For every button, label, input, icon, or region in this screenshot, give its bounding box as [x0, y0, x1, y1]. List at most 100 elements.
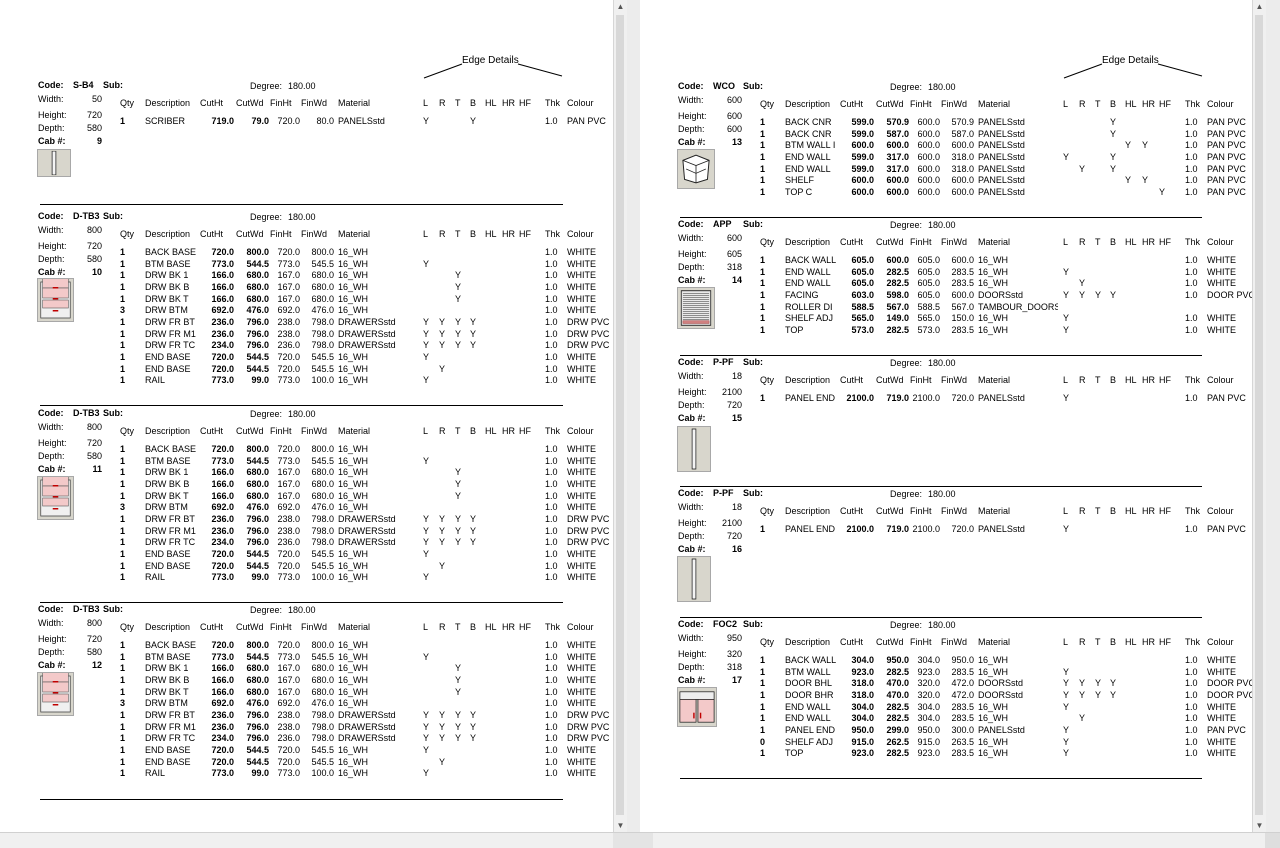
panel-filler-icon — [677, 556, 711, 602]
cell-qty: 1 — [760, 678, 766, 689]
sub-label: Sub: — [743, 357, 763, 367]
cell-material: PANELSstd — [978, 175, 1025, 186]
depth-value: 720 — [726, 531, 742, 541]
cell-t: Y — [455, 663, 462, 674]
cell-cutht: 773.0 — [211, 651, 234, 662]
col-header-description: Description — [145, 229, 191, 239]
cell-finwd: 283.5 — [951, 266, 974, 277]
width-value: 950 — [726, 633, 742, 643]
cell-colour: WHITE — [567, 375, 596, 386]
cell-l: Y — [423, 733, 430, 744]
scroll-up-arrow-icon[interactable]: ▲ — [1253, 0, 1266, 13]
right-vertical-scrollbar[interactable]: ▲ ▼ — [1252, 0, 1266, 832]
cell-finht: 605.0 — [917, 289, 940, 300]
cell-r: Y — [1079, 163, 1086, 174]
sub-label: Sub: — [103, 408, 123, 418]
col-header-material: Material — [978, 375, 1011, 385]
code-label: Code: — [38, 211, 64, 221]
cell-colour: WHITE — [567, 548, 596, 559]
degree-label: Degree: — [890, 489, 923, 499]
cell-thk: 1.0 — [545, 548, 558, 559]
cell-t: Y — [455, 674, 462, 685]
scroll-down-arrow-icon[interactable]: ▼ — [614, 819, 627, 832]
cell-l: Y — [423, 375, 430, 386]
cell-qty: 1 — [120, 686, 126, 697]
cell-t: Y — [455, 686, 462, 697]
horizontal-scrollbar[interactable] — [0, 832, 1280, 848]
col-header-qty: Qty — [760, 637, 775, 647]
cell-colour: DRW PVC — [567, 316, 610, 327]
cell-colour: PAN PVC — [1207, 151, 1246, 162]
scroll-up-arrow-icon[interactable]: ▲ — [614, 0, 627, 13]
cell-cutht: 720.0 — [211, 247, 234, 257]
cell-colour: PAN PVC — [1207, 117, 1246, 127]
col-header-hf: HF — [519, 229, 531, 239]
cell-thk: 1.0 — [545, 686, 558, 697]
cell-qty: 1 — [120, 733, 126, 744]
cell-cutht: 236.0 — [211, 513, 234, 524]
cell-description: TOP — [785, 324, 804, 335]
cell-colour: WHITE — [1207, 324, 1236, 335]
cell-l: Y — [1063, 393, 1070, 403]
cell-cutwd: 600.0 — [886, 255, 909, 265]
cell-finht: 773.0 — [277, 651, 300, 662]
height-value: 720 — [86, 634, 102, 644]
cell-qty: 1 — [120, 768, 126, 779]
cell-finwd: 318.0 — [951, 151, 974, 162]
cell-finht: 236.0 — [277, 340, 300, 351]
col-header-qty: Qty — [120, 229, 135, 239]
cell-b: Y — [470, 733, 477, 744]
cell-thk: 1.0 — [1185, 655, 1198, 665]
cell-finwd: 800.0 — [311, 247, 334, 257]
cell-cutht: 720.0 — [211, 756, 234, 767]
cell-cutht: 166.0 — [211, 478, 234, 489]
cell-material: 16_WH — [338, 444, 369, 454]
scroll-thumb[interactable] — [616, 15, 624, 815]
cell-colour: WHITE — [1207, 736, 1236, 747]
scroll-thumb[interactable] — [1255, 15, 1263, 815]
cell-thk: 1.0 — [545, 444, 558, 454]
cell-colour: DRW PVC — [567, 328, 610, 339]
cell-hl: Y — [1125, 140, 1132, 151]
cell-description: SCRIBER — [145, 116, 186, 126]
cell-finht: 588.5 — [917, 301, 940, 312]
cell-colour: WHITE — [1207, 748, 1236, 759]
cell-description: BACK CNR — [785, 128, 832, 139]
cell-thk: 1.0 — [545, 116, 558, 126]
cell-finht: 720.0 — [277, 351, 300, 362]
cell-material: 16_WH — [978, 278, 1009, 289]
depth-label: Depth: — [38, 123, 65, 133]
cell-qty: 1 — [760, 289, 766, 300]
col-header-material: Material — [338, 98, 371, 108]
cell-material: 16_WH — [338, 502, 369, 513]
cell-description: END BASE — [145, 351, 191, 362]
left-vertical-scrollbar[interactable]: ▲ ▼ — [613, 0, 627, 832]
cell-colour: WHITE — [567, 490, 596, 501]
degree-value: 180.00 — [288, 605, 316, 615]
cell-qty: 1 — [120, 351, 126, 362]
cell-r: Y — [439, 525, 446, 536]
cell-thk: 1.0 — [545, 698, 558, 709]
splitter[interactable] — [613, 833, 653, 848]
cell-l: Y — [423, 651, 430, 662]
cell-finht: 720.0 — [277, 116, 300, 126]
degree-label: Degree: — [250, 605, 283, 615]
cell-finht: 605.0 — [917, 266, 940, 277]
section-divider — [680, 355, 1202, 356]
cell-finwd: 545.5 — [311, 363, 334, 374]
cell-thk: 1.0 — [1185, 313, 1198, 324]
cell-qty: 1 — [120, 537, 126, 548]
cell-r: Y — [439, 560, 446, 571]
cell-qty: 1 — [760, 163, 766, 174]
cell-finht: 923.0 — [917, 666, 940, 677]
cell-finht: 238.0 — [277, 525, 300, 536]
cell-colour: WHITE — [567, 351, 596, 362]
appliance-roller-icon — [677, 287, 715, 329]
cell-material: 16_WH — [338, 293, 369, 304]
cell-b: Y — [1110, 289, 1117, 300]
cell-colour: WHITE — [567, 270, 596, 281]
cell-colour: WHITE — [567, 744, 596, 755]
cell-qty: 1 — [120, 709, 126, 720]
scroll-down-arrow-icon[interactable]: ▼ — [1253, 819, 1266, 832]
cell-cutht: 588.5 — [851, 301, 874, 312]
